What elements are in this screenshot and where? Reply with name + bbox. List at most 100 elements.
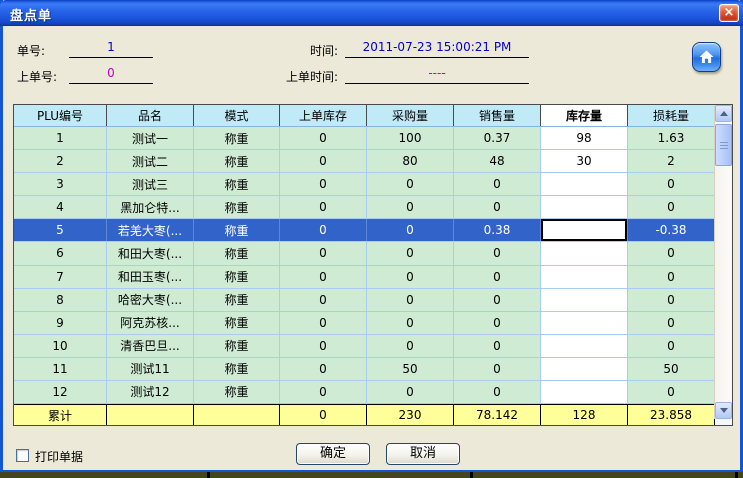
table-cell[interactable]: 8	[14, 289, 107, 311]
table-cell[interactable]: 80	[367, 150, 454, 172]
table-row[interactable]: 11测试11称重050050	[14, 358, 715, 381]
table-cell[interactable]: 0.37	[454, 127, 541, 149]
scroll-up-icon[interactable]	[715, 105, 732, 122]
table-row[interactable]: 3测试三称重0000	[14, 173, 715, 196]
table-cell[interactable]: 0	[280, 150, 367, 172]
table-cell[interactable]: 0	[628, 196, 715, 218]
table-cell[interactable]: 1.63	[628, 127, 715, 149]
table-cell[interactable]: 50	[628, 358, 715, 380]
table-cell[interactable]: 3	[14, 173, 107, 195]
table-cell[interactable]	[541, 381, 628, 403]
table-row[interactable]: 4黑加仑特...称重0000	[14, 196, 715, 219]
table-cell[interactable]: 0	[454, 266, 541, 288]
table-cell[interactable]: 清香巴旦...	[107, 335, 194, 357]
scrollbar-thumb[interactable]	[715, 124, 732, 166]
table-cell[interactable]: 称重	[194, 127, 280, 149]
table-cell[interactable]: 0	[454, 242, 541, 264]
table-cell[interactable]: 6	[14, 242, 107, 264]
table-cell[interactable]: 5	[14, 219, 107, 241]
table-cell[interactable]: 若羌大枣(...	[107, 219, 194, 241]
table-cell[interactable]: 0	[628, 312, 715, 334]
table-cell[interactable]: 测试一	[107, 127, 194, 149]
table-cell[interactable]: 0	[628, 289, 715, 311]
table-cell[interactable]: 0	[454, 358, 541, 380]
table-cell[interactable]: -0.38	[628, 219, 715, 241]
table-cell[interactable]: 0	[367, 196, 454, 218]
table-cell[interactable]: 7	[14, 266, 107, 288]
table-cell[interactable]	[541, 173, 628, 195]
table-cell[interactable]: 0	[367, 289, 454, 311]
table-row[interactable]: 9阿克苏核...称重0000	[14, 312, 715, 335]
table-cell[interactable]: 0	[454, 312, 541, 334]
table-cell[interactable]: 100	[367, 127, 454, 149]
table-cell[interactable]	[541, 196, 628, 218]
table-cell[interactable]: 0.38	[454, 219, 541, 241]
table-cell[interactable]	[541, 242, 628, 264]
table-cell[interactable]: 称重	[194, 381, 280, 403]
print-receipt-checkbox[interactable]	[16, 449, 29, 462]
table-cell[interactable]: 0	[454, 173, 541, 195]
table-cell[interactable]: 0	[628, 266, 715, 288]
table-cell[interactable]	[541, 335, 628, 357]
table-cell[interactable]: 50	[367, 358, 454, 380]
table-cell[interactable]: 98	[541, 127, 628, 149]
table-cell[interactable]	[541, 358, 628, 380]
table-cell[interactable]: 0	[454, 335, 541, 357]
table-cell[interactable]: 测试二	[107, 150, 194, 172]
table-row[interactable]: 10清香巴旦...称重0000	[14, 335, 715, 358]
table-cell[interactable]: 0	[280, 127, 367, 149]
table-cell[interactable]: 0	[454, 196, 541, 218]
table-cell[interactable]: 0	[280, 242, 367, 264]
vertical-scrollbar[interactable]	[714, 105, 731, 419]
table-cell[interactable]: 0	[280, 173, 367, 195]
table-row[interactable]: 6和田大枣(...称重0000	[14, 242, 715, 265]
table-cell[interactable]: 0	[280, 381, 367, 403]
table-cell[interactable]: 0	[280, 358, 367, 380]
table-cell[interactable]: 0	[367, 242, 454, 264]
table-row[interactable]: 1测试一称重01000.37981.63	[14, 127, 715, 150]
table-cell[interactable]: 称重	[194, 173, 280, 195]
table-cell[interactable]: 0	[628, 242, 715, 264]
table-cell[interactable]: 测试12	[107, 381, 194, 403]
table-cell[interactable]: 1	[14, 127, 107, 149]
table-row[interactable]: 2测试二称重08048302	[14, 150, 715, 173]
table-cell[interactable]: 10	[14, 335, 107, 357]
table-cell[interactable]: 测试三	[107, 173, 194, 195]
ok-button[interactable]: 确定	[296, 443, 370, 465]
table-cell[interactable]: 0	[628, 335, 715, 357]
table-cell[interactable]: 称重	[194, 335, 280, 357]
table-cell[interactable]: 0	[628, 173, 715, 195]
table-cell[interactable]: 0	[280, 335, 367, 357]
table-row[interactable]: 5若羌大枣(...称重000.38-0.38	[14, 219, 715, 242]
table-cell[interactable]	[541, 289, 628, 311]
table-cell[interactable]: 和田玉枣(...	[107, 266, 194, 288]
table-cell[interactable]: 0	[367, 312, 454, 334]
table-cell[interactable]: 0	[454, 289, 541, 311]
table-row[interactable]: 7和田玉枣(...称重0000	[14, 266, 715, 289]
table-cell[interactable]: 称重	[194, 266, 280, 288]
table-cell[interactable]: 称重	[194, 150, 280, 172]
table-cell[interactable]: 称重	[194, 242, 280, 264]
table-cell[interactable]: 30	[541, 150, 628, 172]
table-row[interactable]: 8哈密大枣(...称重0000	[14, 289, 715, 312]
close-icon[interactable]: ×	[719, 4, 739, 22]
table-cell[interactable]: 48	[454, 150, 541, 172]
table-cell[interactable]: 哈密大枣(...	[107, 289, 194, 311]
table-cell[interactable]: 称重	[194, 358, 280, 380]
table-cell[interactable]: 11	[14, 358, 107, 380]
table-cell[interactable]: 称重	[194, 196, 280, 218]
table-cell[interactable]: 12	[14, 381, 107, 403]
table-cell[interactable]: 0	[628, 381, 715, 403]
table-cell[interactable]: 9	[14, 312, 107, 334]
table-cell[interactable]: 0	[280, 196, 367, 218]
table-cell[interactable]: 0	[454, 381, 541, 403]
table-cell[interactable]	[541, 312, 628, 334]
table-cell[interactable]: 2	[628, 150, 715, 172]
cancel-button[interactable]: 取消	[386, 443, 460, 465]
table-cell[interactable]: 0	[367, 219, 454, 241]
table-cell[interactable]: 2	[14, 150, 107, 172]
scroll-down-icon[interactable]	[715, 402, 732, 419]
table-cell[interactable]: 测试11	[107, 358, 194, 380]
table-cell[interactable]: 4	[14, 196, 107, 218]
table-cell[interactable]: 黑加仑特...	[107, 196, 194, 218]
